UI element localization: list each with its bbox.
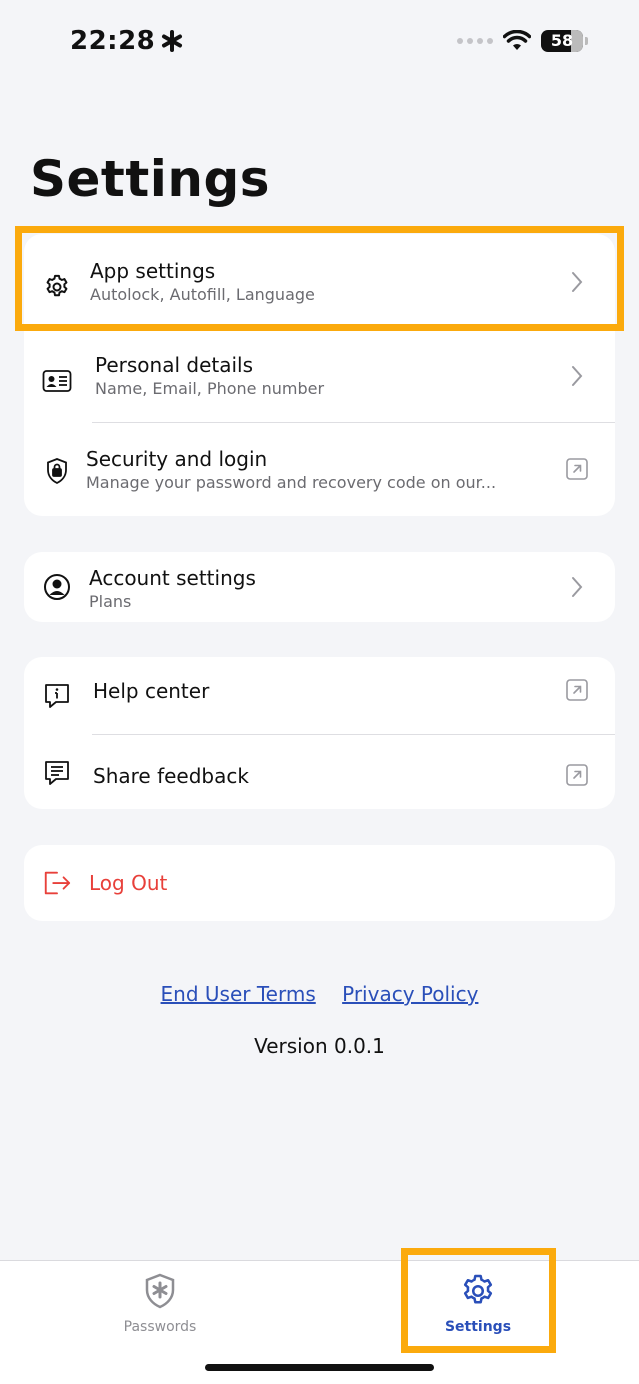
external-link-icon [565, 763, 589, 787]
cellular-signal-icon [457, 38, 493, 44]
feedback-chat-icon [42, 758, 72, 788]
logout-label: Log Out [89, 871, 168, 895]
battery-icon: 58 [541, 30, 588, 52]
row-title: Personal details [95, 353, 254, 377]
row-subtitle: Plans [89, 592, 132, 611]
status-indicators: 58 [457, 30, 588, 52]
row-title: Share feedback [93, 764, 249, 788]
row-help-center[interactable]: Help center [24, 657, 615, 734]
row-subtitle: Manage your password and recovery code o… [86, 473, 497, 492]
status-time-text: 22:28 [70, 26, 156, 56]
settings-group-profile: App settings Autolock, Autofill, Languag… [24, 234, 615, 516]
row-subtitle: Autolock, Autofill, Language [90, 285, 315, 304]
row-title: Security and login [86, 447, 268, 471]
info-chat-icon [42, 681, 72, 711]
row-account-settings[interactable]: Account settings Plans [24, 552, 615, 622]
chevron-right-icon [565, 270, 589, 294]
tab-label: Passwords [123, 1319, 197, 1335]
status-time: 22:28 [70, 26, 183, 56]
logout-icon [42, 868, 72, 898]
row-subtitle: Name, Email, Phone number [95, 379, 325, 398]
shield-asterisk-icon [80, 1271, 240, 1311]
row-app-settings[interactable]: App settings Autolock, Autofill, Languag… [24, 234, 615, 328]
logout-button[interactable]: Log Out [24, 845, 615, 921]
gear-icon [398, 1271, 558, 1311]
page-title: Settings [30, 150, 271, 208]
external-link-icon [565, 457, 589, 481]
gear-icon [42, 272, 72, 302]
logout-card: Log Out [24, 845, 615, 921]
asterisk-icon [162, 30, 183, 52]
tab-settings[interactable]: Settings [398, 1271, 558, 1341]
row-title: Account settings [89, 566, 256, 590]
wifi-icon [503, 30, 531, 50]
settings-group-support: Help center Share feedback [24, 657, 615, 809]
end-user-terms-link[interactable]: End User Terms [161, 982, 316, 1006]
shield-lock-icon [42, 456, 72, 486]
id-card-icon [42, 366, 72, 396]
footer-links: End User Terms Privacy Policy [0, 982, 639, 1006]
user-circle-icon [42, 572, 72, 602]
privacy-policy-link[interactable]: Privacy Policy [342, 982, 478, 1006]
row-security-login[interactable]: Security and login Manage your password … [24, 422, 615, 516]
battery-level: 58 [550, 31, 574, 50]
status-bar: 22:28 58 [0, 0, 639, 90]
external-link-icon [565, 678, 589, 702]
home-indicator [205, 1364, 434, 1371]
row-title: Help center [93, 679, 210, 703]
chevron-right-icon [565, 575, 589, 599]
chevron-right-icon [565, 364, 589, 388]
row-share-feedback[interactable]: Share feedback [24, 734, 615, 809]
row-personal-details[interactable]: Personal details Name, Email, Phone numb… [24, 328, 615, 422]
tab-passwords[interactable]: Passwords [80, 1271, 240, 1341]
tab-label: Settings [444, 1319, 512, 1335]
row-title: App settings [90, 259, 216, 283]
settings-group-account: Account settings Plans [24, 552, 615, 622]
version-label: Version 0.0.1 [254, 1034, 385, 1058]
